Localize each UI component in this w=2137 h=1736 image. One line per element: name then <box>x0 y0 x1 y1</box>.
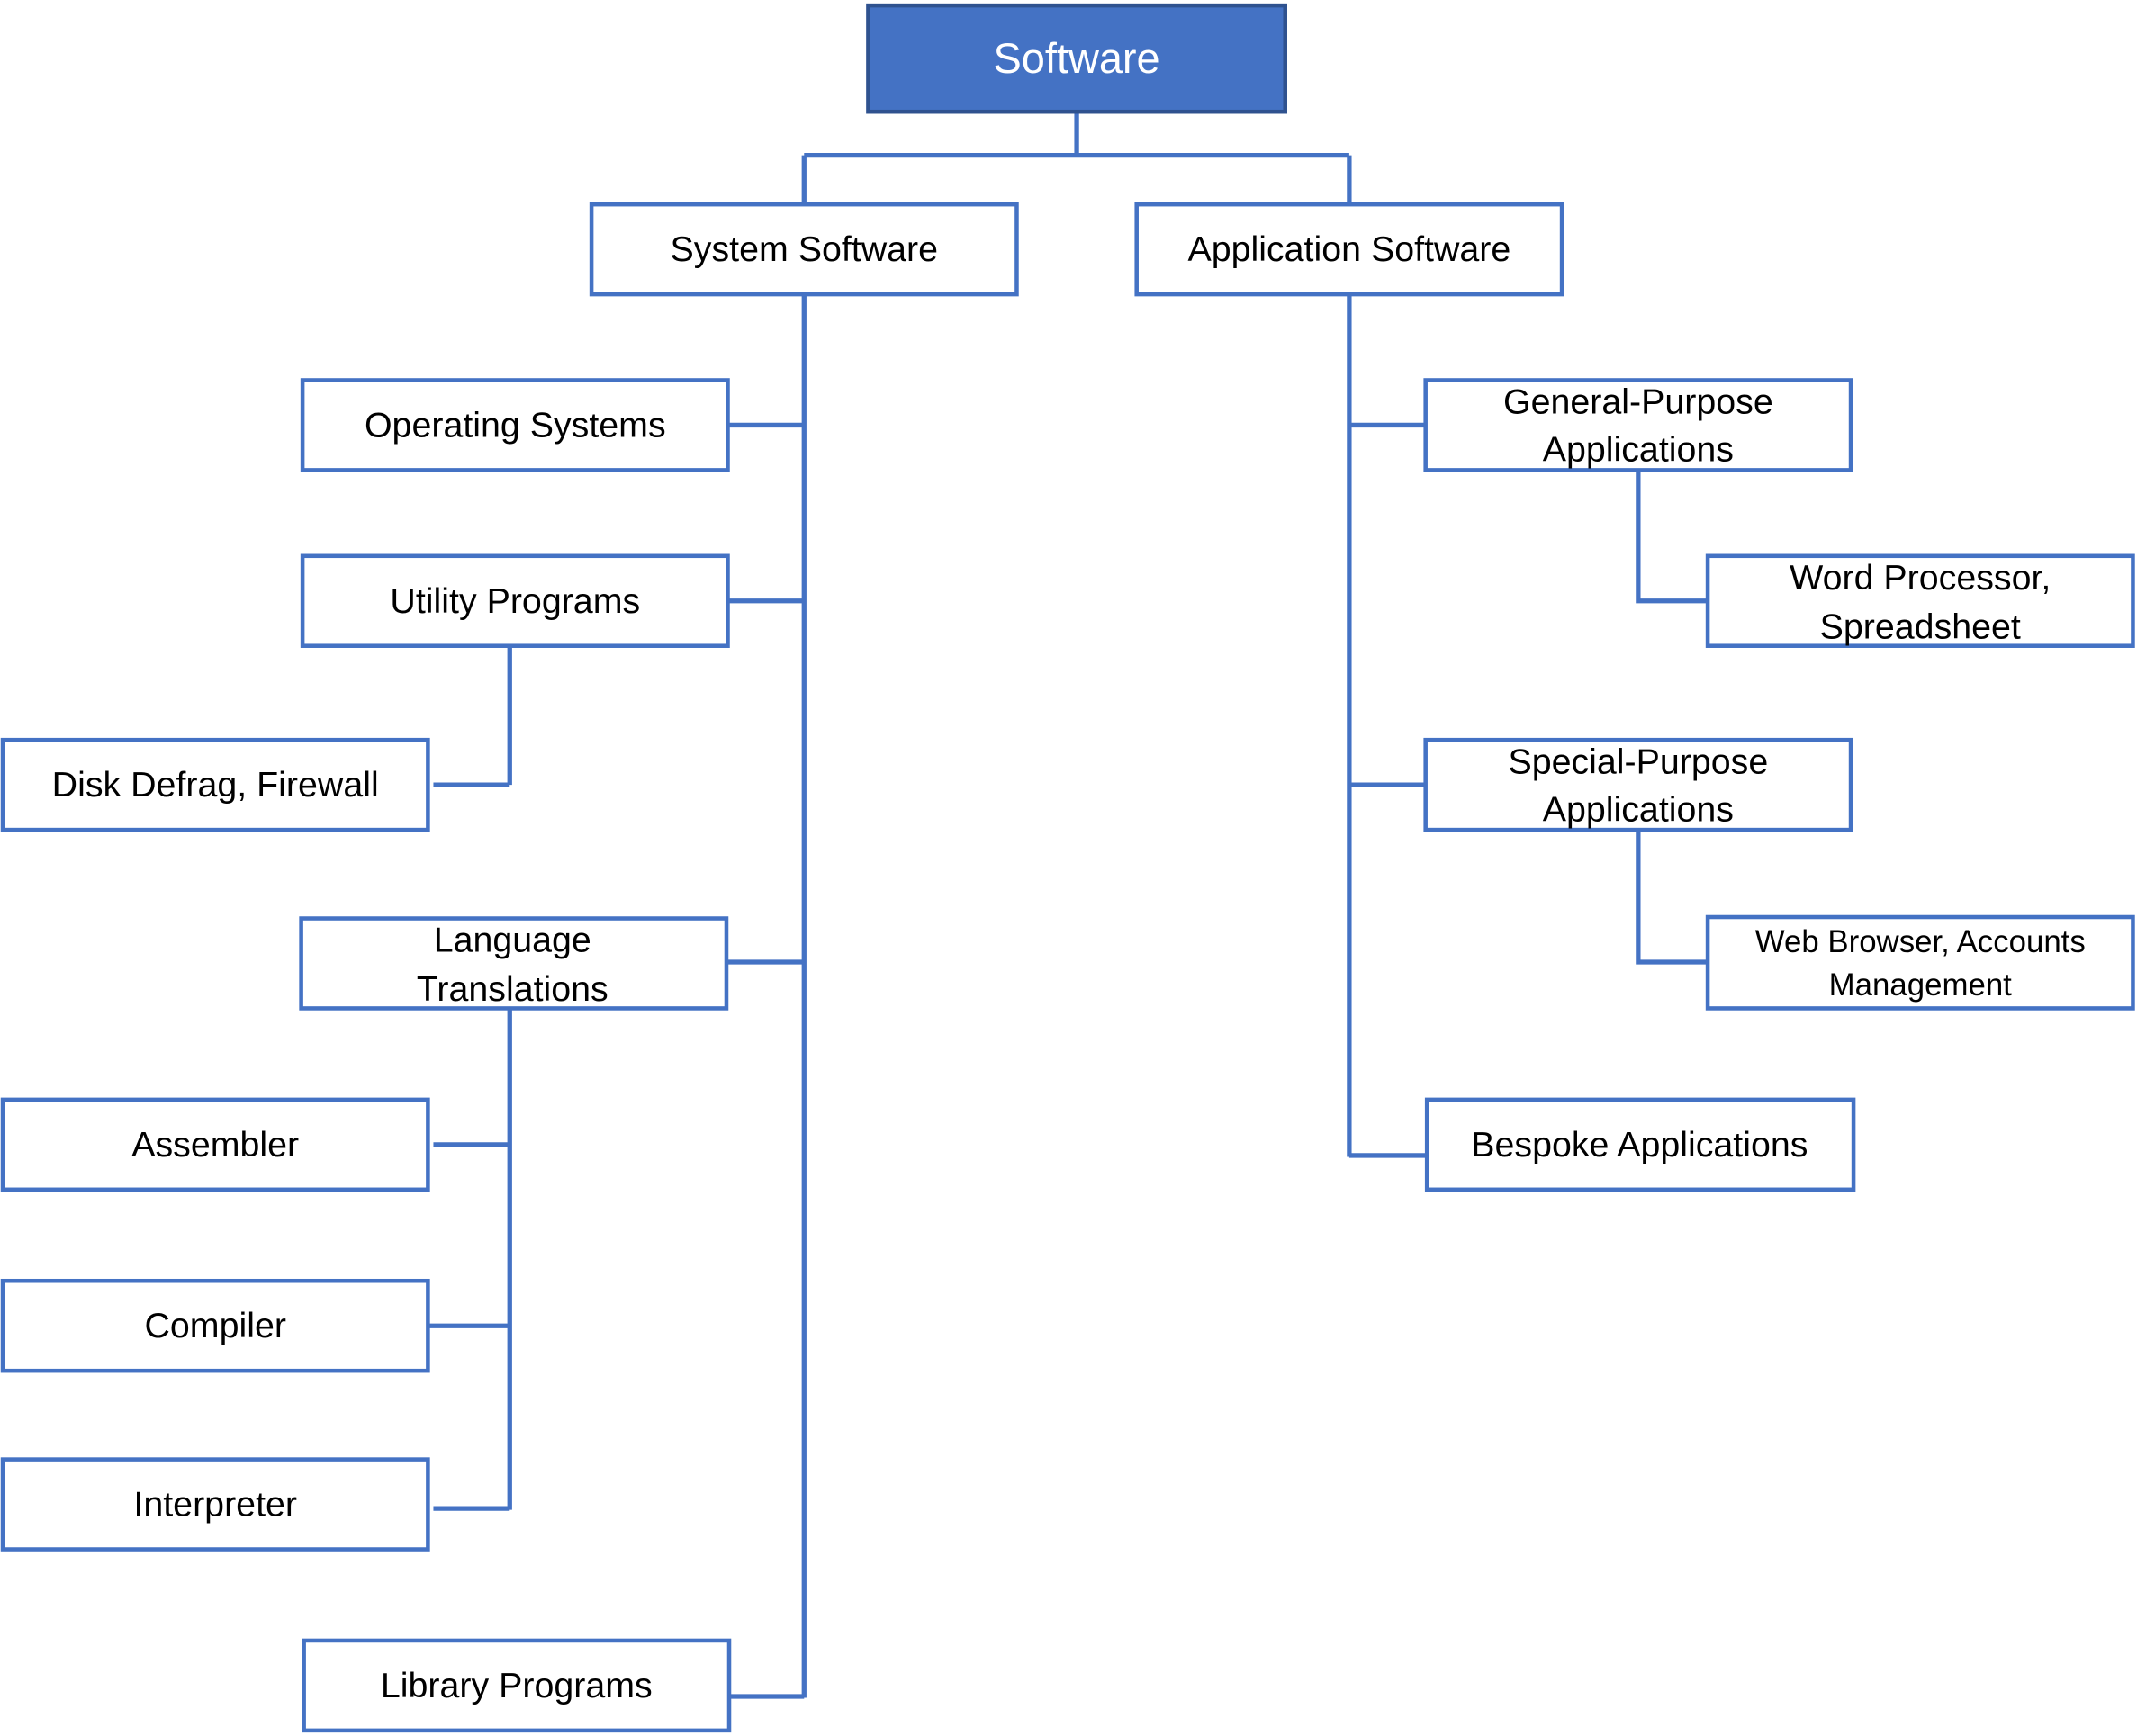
node-label: Software <box>993 35 1159 82</box>
node-general-purpose-applications: General-Purpose Applications <box>1423 378 1853 472</box>
node-label: Bespoke Applications <box>1471 1125 1808 1165</box>
node-word-processor-spreadsheet: Word Processor, Spreadsheet <box>1705 553 2135 648</box>
node-label: Library Programs <box>381 1666 653 1705</box>
connector-language <box>428 1008 512 1511</box>
node-label-line-1: Language <box>434 921 591 960</box>
connector-root <box>801 112 1352 205</box>
node-label: Assembler <box>131 1125 299 1165</box>
node-label-line-1: Word Processor, <box>1790 558 2051 598</box>
node-software: Software <box>866 3 1288 114</box>
node-label-line-1: Special-Purpose <box>1508 742 1768 781</box>
connector-special-purpose <box>1636 830 1709 965</box>
node-label-line-2: Spreadsheet <box>1820 607 2021 647</box>
connector-general-purpose <box>1636 470 1709 604</box>
node-label-line-2: Management <box>1829 967 2013 1003</box>
node-label: Interpreter <box>133 1485 297 1525</box>
connectors <box>428 112 1709 1699</box>
node-assembler: Assembler <box>0 1097 430 1192</box>
node-library-programs: Library Programs <box>302 1638 732 1733</box>
node-web-browser-accounts-management: Web Browser, Accounts Management <box>1705 914 2135 1011</box>
node-label-line-1: General-Purpose <box>1503 382 1773 422</box>
node-interpreter: Interpreter <box>0 1457 430 1552</box>
node-label: Compiler <box>144 1306 285 1345</box>
node-application-software: Application Software <box>1134 202 1564 297</box>
connector-application-trunk <box>1347 294 1428 1158</box>
node-language-translations: Language Translations <box>299 916 729 1011</box>
node-label: Disk Defrag, Firewall <box>52 765 379 805</box>
software-hierarchy-diagram: Software System Software Application Sof… <box>0 3 2135 1733</box>
node-label-line-2: Translations <box>417 969 609 1009</box>
node-utility-programs: Utility Programs <box>300 553 730 648</box>
node-label: Utility Programs <box>390 581 640 621</box>
node-label: Application Software <box>1187 229 1510 269</box>
node-special-purpose-applications: Special-Purpose Applications <box>1423 737 1853 832</box>
node-compiler: Compiler <box>0 1278 430 1373</box>
node-bespoke-applications: Bespoke Applications <box>1424 1097 1856 1192</box>
node-label-line-1: Web Browser, Accounts <box>1755 924 2086 959</box>
node-label-line-2: Applications <box>1543 789 1734 829</box>
node-label: Operating Systems <box>365 405 666 445</box>
node-system-software: System Software <box>589 202 1019 297</box>
node-operating-systems: Operating Systems <box>300 378 730 472</box>
connector-system-trunk <box>726 294 807 1699</box>
node-label-line-2: Applications <box>1543 430 1734 470</box>
connector-utility <box>433 645 512 787</box>
node-disk-defrag-firewall: Disk Defrag, Firewall <box>0 737 430 832</box>
node-label: System Software <box>671 229 938 269</box>
